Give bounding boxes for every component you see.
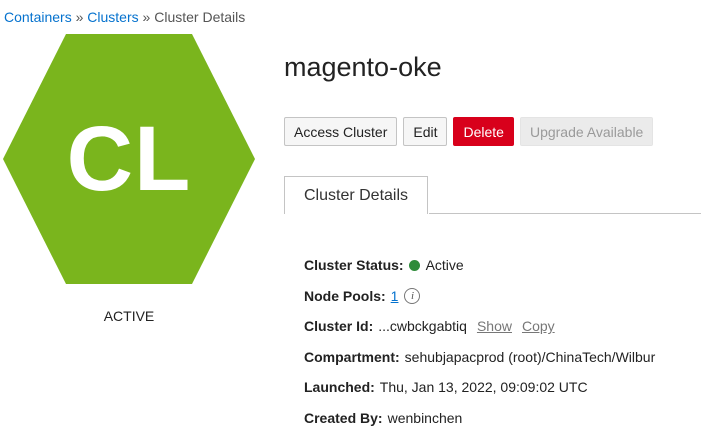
detail-row-created-by: Created By: wenbinchen — [304, 403, 655, 434]
detail-row-status: Cluster Status: Active — [304, 250, 655, 281]
tab-divider — [429, 213, 701, 214]
show-id-link[interactable]: Show — [477, 318, 512, 334]
detail-row-launched: Launched: Thu, Jan 13, 2022, 09:09:02 UT… — [304, 372, 655, 403]
cluster-initials: CL — [66, 107, 192, 210]
breadcrumb: Containers » Clusters » Cluster Details — [4, 9, 245, 25]
access-cluster-button[interactable]: Access Cluster — [284, 117, 398, 146]
cluster-id-value: ...cwbckgabtiq — [378, 318, 467, 335]
page-title: magento-oke — [284, 52, 442, 82]
cluster-state-label: ACTIVE — [103, 308, 155, 324]
tab-bar: Cluster Details — [284, 176, 701, 214]
breadcrumb-clusters-link[interactable]: Clusters — [87, 9, 138, 25]
launched-label: Launched: — [304, 379, 375, 396]
created-by-label: Created By: — [304, 409, 383, 426]
cluster-details-panel: Cluster Status: Active Node Pools: 1 i C… — [304, 250, 655, 433]
cluster-id-label: Cluster Id: — [304, 318, 374, 335]
node-pools-label: Node Pools: — [304, 287, 386, 304]
detail-row-cluster-id: Cluster Id: ...cwbckgabtiq Show Copy — [304, 311, 655, 342]
status-value: Active — [425, 257, 464, 274]
edit-button[interactable]: Edit — [403, 117, 448, 146]
info-icon[interactable]: i — [404, 287, 421, 304]
status-dot-icon — [408, 259, 420, 271]
launched-value: Thu, Jan 13, 2022, 09:09:02 UTC — [379, 379, 588, 396]
cluster-hexagon-icon: CL — [3, 34, 255, 284]
created-by-value: wenbinchen — [387, 409, 463, 426]
breadcrumb-current: Cluster Details — [154, 9, 246, 25]
detail-row-node-pools: Node Pools: 1 i — [304, 281, 655, 312]
delete-button[interactable]: Delete — [453, 117, 514, 146]
status-label: Cluster Status: — [304, 257, 404, 274]
detail-row-compartment: Compartment: sehubjapacprod (root)/China… — [304, 342, 655, 373]
breadcrumb-separator: » — [142, 9, 151, 25]
tab-cluster-details[interactable]: Cluster Details — [284, 176, 428, 214]
copy-id-link[interactable]: Copy — [522, 318, 555, 334]
compartment-value: sehubjapacprod (root)/ChinaTech/Wilbur — [404, 348, 656, 365]
breadcrumb-separator: » — [75, 9, 84, 25]
breadcrumb-containers-link[interactable]: Containers — [4, 9, 72, 25]
action-toolbar: Access Cluster Edit Delete Upgrade Avail… — [284, 117, 654, 146]
upgrade-available-button: Upgrade Available — [519, 117, 654, 146]
compartment-label: Compartment: — [304, 348, 400, 365]
node-pools-link[interactable]: 1 — [391, 288, 399, 304]
